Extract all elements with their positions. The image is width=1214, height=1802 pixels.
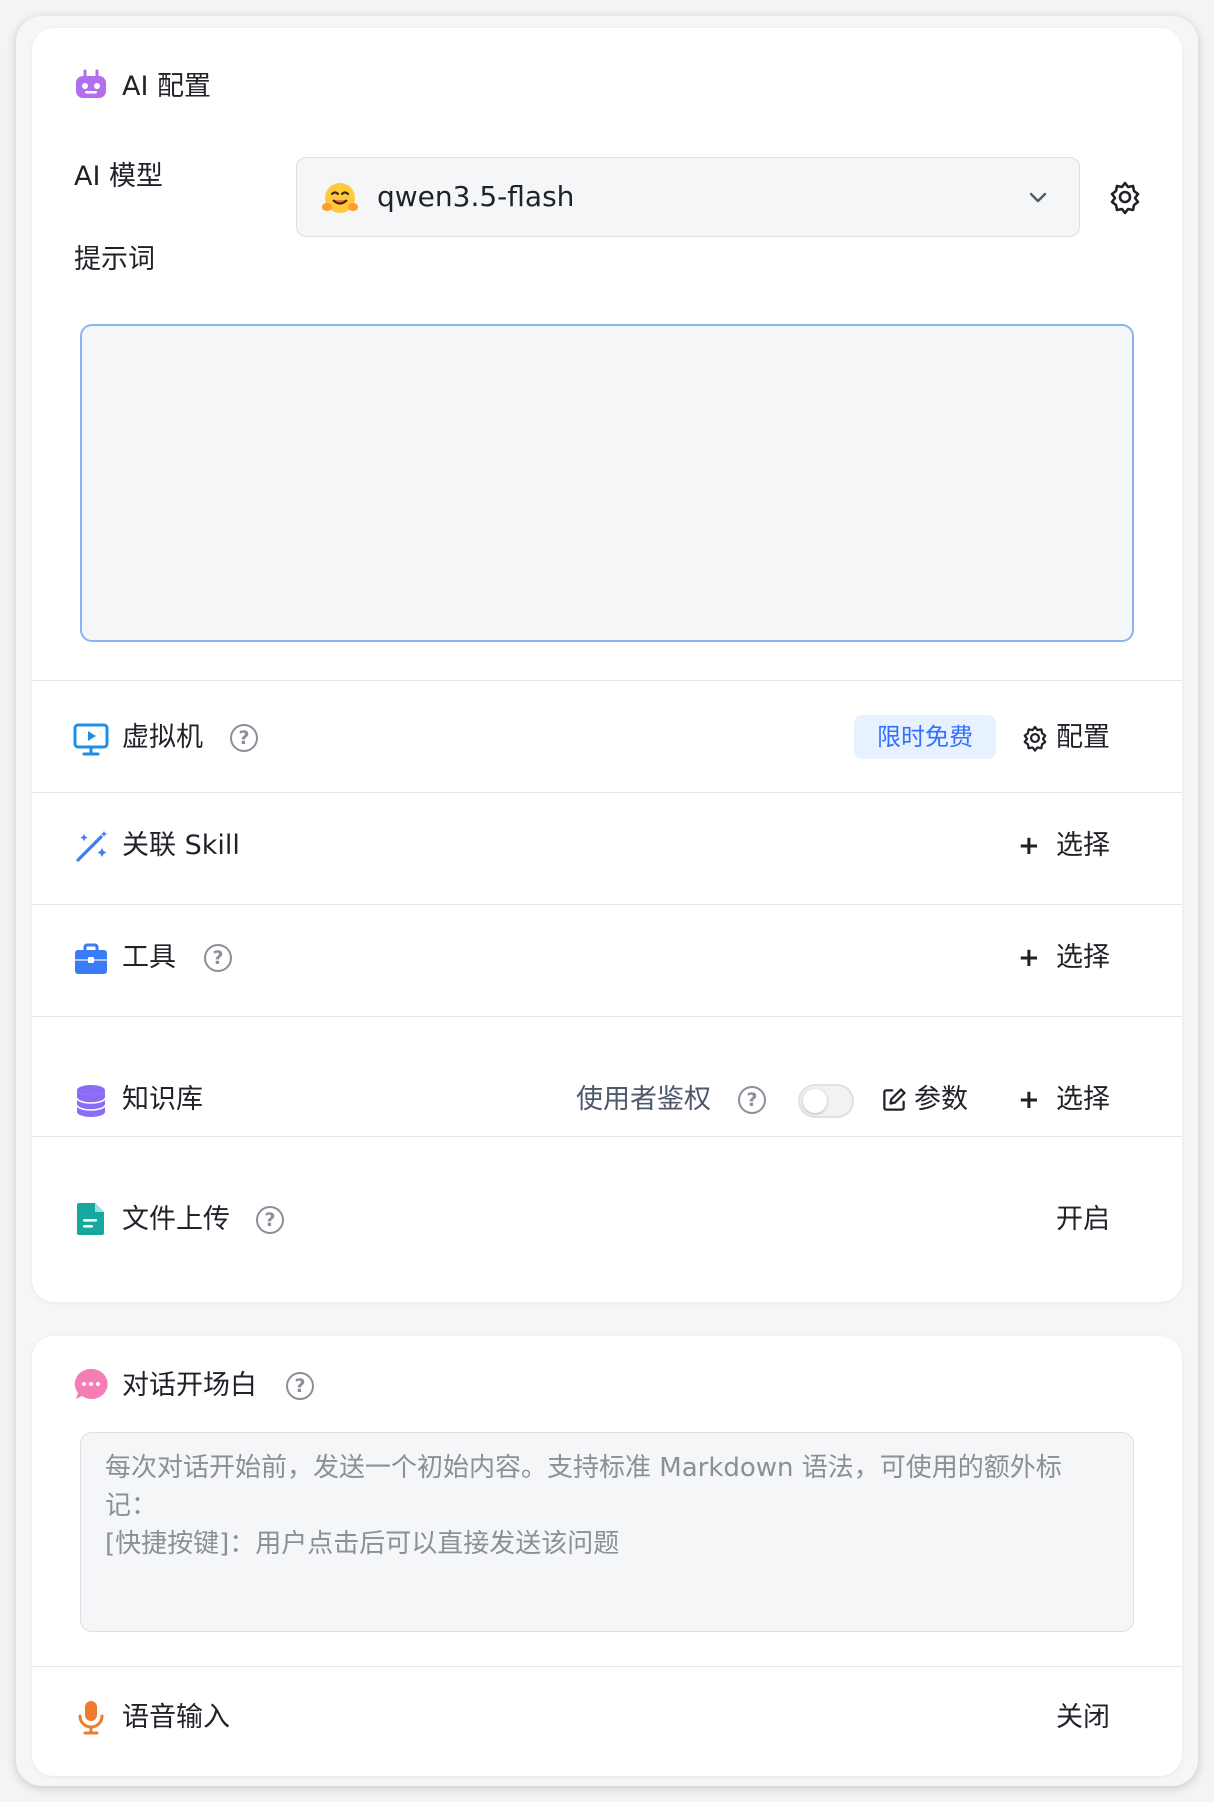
opening-textarea[interactable]: 每次对话开始前，发送一个初始内容。支持标准 Markdown 语法，可使用的额外… [80,1432,1134,1632]
virtual-machine-label: 虚拟机 [122,722,203,753]
auth-toggle[interactable] [798,1084,854,1118]
model-select[interactable]: qwen3.5-flash [296,157,1080,237]
plus-icon: + [1018,943,1040,973]
plus-icon: + [1018,831,1040,861]
monitor-icon [72,720,110,758]
tools-select-button[interactable]: 选择 [1056,940,1110,976]
database-icon [72,1082,110,1120]
free-badge: 限时免费 [854,715,996,759]
app-frame: AI 配置 AI 模型 qwen3.5-flash 提示词 虚拟机 ? 限时免费… [16,16,1198,1786]
help-circle-icon[interactable]: ? [204,944,232,972]
divider [32,680,1182,681]
knowledge-label: 知识库 [122,1084,203,1115]
model-name: qwen3.5-flash [377,180,575,213]
config-card: AI 配置 AI 模型 qwen3.5-flash 提示词 虚拟机 ? 限时免费… [32,28,1182,1302]
opening-line-2: [快捷按键]：用户点击后可以直接发送该问题 [105,1529,620,1559]
toggle-knob [803,1089,827,1113]
vm-config-button[interactable]: 配置 [1056,720,1110,756]
tools-label: 工具 [122,942,176,973]
robot-icon [72,66,110,104]
auth-label: 使用者鉴权 [576,1084,711,1115]
divider [32,1136,1182,1137]
file-icon [72,1200,110,1238]
file-upload-status[interactable]: 开启 [1056,1202,1110,1238]
chevron-down-icon [1029,192,1047,203]
file-upload-label: 文件上传 [122,1204,230,1235]
voice-input-status[interactable]: 关闭 [1056,1700,1110,1736]
plus-icon: + [1018,1085,1040,1115]
hugging-face-icon [322,183,358,213]
help-circle-icon[interactable]: ? [256,1206,284,1234]
help-circle-icon[interactable]: ? [738,1086,766,1114]
prompt-label: 提示词 [74,244,155,275]
config-gear-icon[interactable] [1018,721,1052,755]
ai-config-title: AI 配置 [122,71,212,102]
toolbox-icon [72,940,110,978]
opening-card: 对话开场白 ? 每次对话开始前，发送一个初始内容。支持标准 Markdown 语… [32,1336,1182,1776]
divider [32,1666,1182,1667]
voice-input-label: 语音输入 [122,1702,230,1733]
opening-line-1: 每次对话开始前，发送一个初始内容。支持标准 Markdown 语法，可使用的额外… [105,1453,1062,1521]
params-button[interactable]: 参数 [914,1082,968,1118]
opening-label: 对话开场白 [122,1370,257,1401]
ai-model-label: AI 模型 [74,161,164,192]
chat-bubble-icon [72,1366,110,1404]
divider [32,1016,1182,1017]
skill-select-button[interactable]: 选择 [1056,828,1110,864]
divider [32,792,1182,793]
prompt-textarea[interactable] [80,324,1134,642]
microphone-icon [72,1698,110,1736]
help-circle-icon[interactable]: ? [230,724,258,752]
magic-wand-icon [72,828,110,866]
divider [32,904,1182,905]
settings-gear-icon[interactable] [1106,178,1144,216]
knowledge-select-button[interactable]: 选择 [1056,1082,1110,1118]
edit-icon[interactable] [878,1084,910,1116]
help-circle-icon[interactable]: ? [286,1372,314,1400]
skill-label: 关联 Skill [122,830,240,861]
